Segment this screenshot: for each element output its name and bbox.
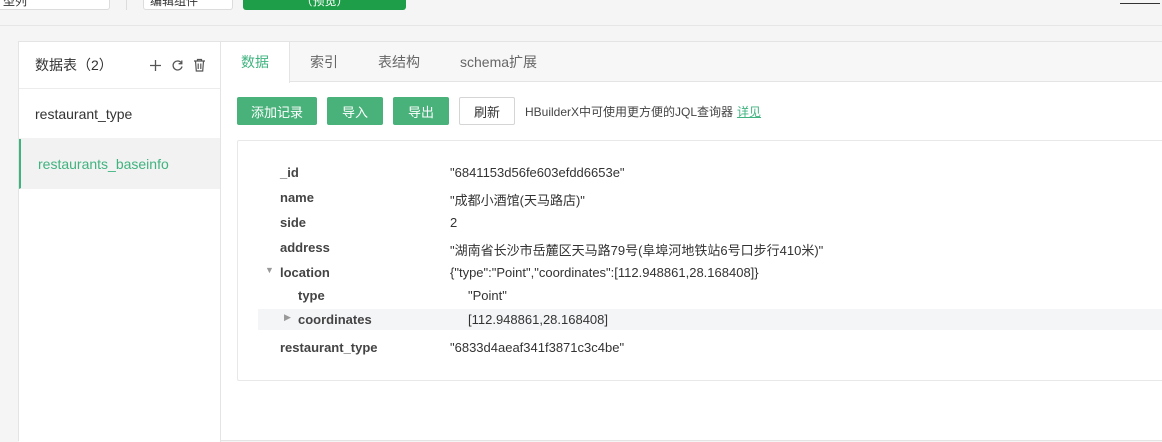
field-row: side 2: [238, 213, 1162, 233]
caret-right-icon[interactable]: ▶: [284, 312, 291, 323]
field-key: type: [298, 288, 325, 303]
field-value: "湖南省长沙市岳麓区天马路79号(阜埠河地铁站6号口步行410米)": [450, 243, 824, 258]
field-row: name "成都小酒馆(天马路店)": [238, 188, 1162, 208]
tab-data[interactable]: 数据: [221, 42, 290, 83]
refresh-button[interactable]: 刷新: [459, 97, 515, 125]
main-content: 数据 索引 表结构 schema扩展 添加记录 导入 导出 刷新 HBuilde…: [221, 42, 1162, 442]
top-link[interactable]: [1120, 0, 1160, 4]
field-value: "成都小酒馆(天马路店)": [450, 193, 585, 208]
tab-structure[interactable]: 表结构: [358, 42, 440, 82]
collection-sidebar: 数据表（2） restaurant_type restaurants_basei…: [19, 42, 221, 442]
field-row: ▼ location {"type":"Point","coordinates"…: [238, 263, 1162, 283]
field-row: restaurant_type "6833d4aeaf341f3871c3c4b…: [238, 338, 1162, 358]
plus-icon[interactable]: [148, 57, 162, 73]
details-link[interactable]: 详见: [737, 103, 761, 120]
divider: [126, 0, 127, 10]
top-select-secondary[interactable]: 编辑组件: [143, 0, 233, 10]
field-key: location: [280, 265, 330, 280]
field-row: _id "6841153d56fe603efdd6653e": [238, 163, 1162, 183]
field-value: "Point": [468, 288, 507, 303]
field-row-highlighted: ▶ coordinates [112.948861,28.168408]: [258, 309, 1162, 330]
field-row: address "湖南省长沙市岳麓区天马路79号(阜埠河地铁站6号口步行410米…: [238, 238, 1162, 258]
tab-index[interactable]: 索引: [290, 42, 358, 82]
field-value: 2: [450, 215, 458, 230]
field-value: {"type":"Point","coordinates":[112.94886…: [450, 265, 759, 280]
top-select[interactable]: 型列: [0, 0, 110, 10]
field-key: coordinates: [298, 312, 372, 327]
field-key: name: [280, 190, 314, 205]
field-key: restaurant_type: [280, 340, 378, 355]
export-button[interactable]: 导出: [393, 97, 449, 125]
toolbar: 添加记录 导入 导出 刷新 HBuilderX中可使用更方便的JQL查询器 详见: [237, 97, 761, 125]
field-key: address: [280, 240, 330, 255]
sidebar-header: 数据表（2）: [19, 42, 220, 89]
top-primary-button[interactable]: （预览）: [243, 0, 406, 10]
import-button[interactable]: 导入: [327, 97, 383, 125]
top-bar: 型列 编辑组件 （预览）: [0, 0, 1162, 26]
trash-icon[interactable]: [192, 57, 206, 73]
field-value: "6841153d56fe603efdd6653e": [450, 165, 625, 180]
refresh-icon[interactable]: [170, 57, 184, 73]
tab-schema-extension[interactable]: schema扩展: [440, 42, 557, 82]
caret-down-icon[interactable]: ▼: [265, 265, 274, 275]
field-key: side: [280, 215, 307, 230]
sidebar-item-restaurant-type[interactable]: restaurant_type: [19, 89, 220, 139]
jql-hint-text: HBuilderX中可使用更方便的JQL查询器: [525, 104, 734, 119]
record-card: _id "6841153d56fe603efdd6653e" name "成都小…: [237, 140, 1162, 381]
field-row: type "Point": [238, 286, 1162, 306]
field-value: "6833d4aeaf341f3871c3c4be": [450, 340, 625, 355]
tab-bar: 数据 索引 表结构 schema扩展: [221, 42, 1162, 83]
sidebar-item-restaurants-baseinfo[interactable]: restaurants_baseinfo: [19, 139, 220, 189]
sidebar-title: 数据表（2）: [35, 57, 113, 73]
field-key: _id: [280, 165, 299, 180]
field-value: [112.948861,28.168408]: [468, 312, 609, 327]
add-record-button[interactable]: 添加记录: [237, 97, 317, 125]
db-panel: 数据表（2） restaurant_type restaurants_basei…: [18, 41, 1162, 442]
sidebar-actions: [148, 57, 206, 73]
